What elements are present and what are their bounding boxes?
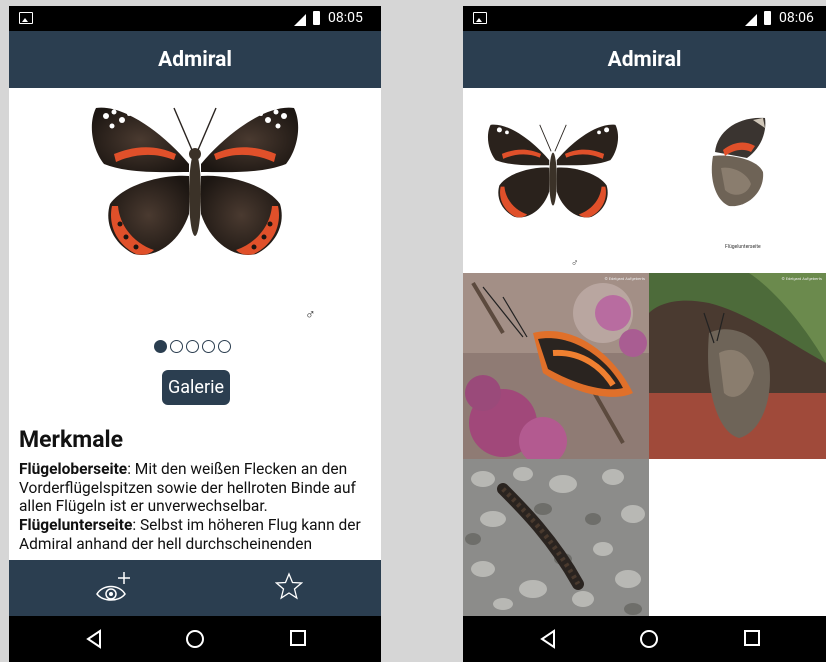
status-bar: 08:06 xyxy=(463,6,826,31)
carousel-pager xyxy=(154,340,231,353)
gallery-photo-flowers[interactable]: © Edelgard Aufgeberts xyxy=(463,273,649,459)
butterfly-upperside-thumb xyxy=(487,124,619,218)
gallery-button[interactable]: Galerie xyxy=(162,370,230,405)
gender-male-symbol: ♂ xyxy=(305,307,316,323)
description-text: Flügeloberseite: Mit den weißen Flecken … xyxy=(19,460,375,560)
photo-caterpillar-on-gravel xyxy=(463,459,649,616)
image-notification-icon xyxy=(19,12,33,24)
pager-dot[interactable] xyxy=(218,340,231,353)
status-time: 08:05 xyxy=(328,10,363,26)
page-title: Admiral xyxy=(158,47,232,72)
battery-icon xyxy=(764,11,771,25)
battery-icon xyxy=(313,11,320,25)
app-bar: Admiral xyxy=(9,31,381,88)
butterfly-underside-thumb xyxy=(711,117,766,207)
action-bar xyxy=(9,560,381,616)
star-outline-icon[interactable] xyxy=(275,572,303,600)
pager-dot[interactable] xyxy=(202,340,215,353)
page-title: Admiral xyxy=(607,47,682,72)
gallery-illustration-cell[interactable]: ♂ Flügelunterseite xyxy=(463,88,826,273)
under-side-label: Flügelunterseite xyxy=(19,516,133,535)
app-bar: Admiral xyxy=(463,31,826,88)
signal-icon xyxy=(745,14,757,26)
photo-butterfly-on-flowers xyxy=(463,273,649,459)
back-icon[interactable] xyxy=(539,629,557,649)
gallery-photo-underside[interactable]: © Edelgard Aufgeberts xyxy=(649,273,826,459)
pager-dot[interactable] xyxy=(170,340,183,353)
eye-plus-icon[interactable] xyxy=(93,570,133,606)
gallery-photo-caterpillar[interactable] xyxy=(463,459,649,616)
home-icon[interactable] xyxy=(639,629,659,649)
back-icon[interactable] xyxy=(85,629,103,649)
status-time: 08:06 xyxy=(779,10,814,26)
status-bar: 08:05 xyxy=(9,6,381,31)
phone-right: 08:06 Admiral ♂ Flügelunterseite © Edelg… xyxy=(463,6,826,662)
pager-dot[interactable] xyxy=(186,340,199,353)
butterfly-illustration xyxy=(91,107,299,255)
system-nav-bar xyxy=(463,616,826,662)
system-nav-bar xyxy=(9,616,381,662)
signal-icon xyxy=(294,14,306,26)
recent-apps-icon[interactable] xyxy=(743,629,761,647)
photo-credit: © Edelgard Aufgeberts xyxy=(604,276,645,281)
recent-apps-icon[interactable] xyxy=(289,629,307,647)
gender-male-symbol: ♂ xyxy=(571,258,579,269)
image-notification-icon xyxy=(473,12,487,24)
upper-side-label: Flügeloberseite xyxy=(19,460,128,478)
pager-dot[interactable] xyxy=(154,340,167,353)
photo-credit: © Edelgard Aufgeberts xyxy=(781,276,822,281)
photo-butterfly-underside xyxy=(649,273,826,459)
section-title: Merkmale xyxy=(19,426,124,453)
phone-left: 08:05 Admiral ♂ Galerie Merkmale Flügelo… xyxy=(9,6,381,662)
home-icon[interactable] xyxy=(185,629,205,649)
underside-caption: Flügelunterseite xyxy=(725,244,761,250)
species-image-carousel[interactable] xyxy=(9,88,381,328)
